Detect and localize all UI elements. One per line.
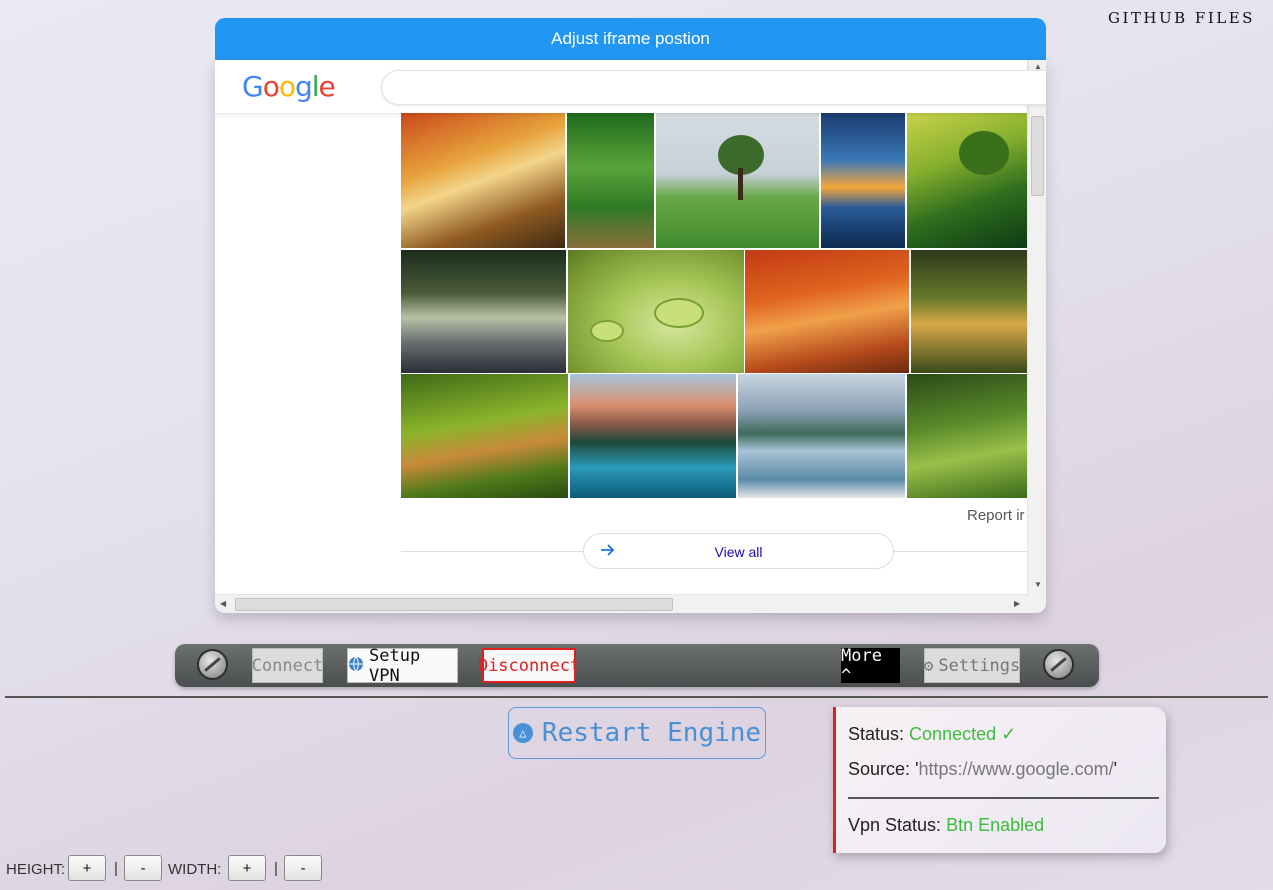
vertical-scrollbar[interactable]: ▲ ▼	[1027, 60, 1046, 594]
source-value: https://www.google.com/	[918, 759, 1114, 779]
source-row: Source: 'https://www.google.com/'	[848, 759, 1118, 779]
iframe-viewport[interactable]: Google Report ir View all ▲ ▼ ◀ ▶	[215, 60, 1046, 613]
restart-engine-label: Restart Engine	[541, 718, 762, 748]
separator: |	[114, 860, 118, 877]
setup-vpn-label: Setup VPN	[369, 645, 421, 686]
google-search-input[interactable]	[381, 70, 1046, 105]
divider	[5, 696, 1268, 698]
image-thumbnail[interactable]	[907, 113, 1027, 248]
image-thumbnail[interactable]	[401, 113, 565, 248]
vpn-status-label: Vpn Status:	[848, 815, 942, 835]
status-value: Connected	[909, 724, 997, 744]
settings-label: Settings	[938, 655, 1021, 676]
status-label: Status:	[848, 724, 905, 744]
vertical-scroll-thumb[interactable]	[1031, 116, 1044, 196]
image-thumbnail[interactable]	[570, 374, 736, 498]
image-thumbnail[interactable]	[568, 250, 744, 373]
status-panel: Status: Connected ✓ Source: 'https://www…	[833, 707, 1166, 853]
disconnect-button[interactable]: Disconnect	[478, 648, 580, 683]
status-row: Status: Connected ✓	[848, 724, 1016, 745]
width-plus-button[interactable]: +	[228, 855, 266, 881]
view-all-button[interactable]: View all	[583, 533, 894, 569]
adjust-iframe-button[interactable]: Adjust iframe postion	[215, 18, 1046, 60]
image-thumbnail[interactable]	[567, 113, 654, 248]
image-thumbnail[interactable]	[738, 374, 905, 498]
vpn-toolbar: Connect Setup VPN Disconnect More ^ ⚙ Se…	[175, 644, 1099, 687]
image-thumbnail[interactable]	[911, 250, 1027, 373]
image-thumbnail[interactable]	[656, 113, 819, 248]
restart-engine-button[interactable]: △ Restart Engine	[508, 707, 766, 759]
width-minus-button[interactable]: -	[284, 855, 322, 881]
vpn-status-row: Vpn Status: Btn Enabled	[848, 815, 1044, 836]
scrollbar-corner	[1027, 594, 1046, 613]
image-thumbnail[interactable]	[745, 250, 909, 373]
divider	[848, 797, 1159, 799]
globe-icon	[348, 656, 364, 676]
settings-button[interactable]: ⚙ Settings	[924, 648, 1020, 683]
left-knob-icon[interactable]	[197, 649, 228, 680]
image-thumbnail[interactable]	[907, 374, 1027, 498]
height-label: HEIGHT:	[6, 861, 66, 878]
height-plus-button[interactable]: +	[68, 855, 106, 881]
divider	[401, 551, 583, 552]
recycle-icon: △	[512, 723, 533, 743]
divider	[894, 551, 1027, 552]
source-label: Source:	[848, 759, 911, 779]
github-files-link[interactable]: GITHUB FILES	[1108, 9, 1255, 27]
more-button[interactable]: More ^	[841, 646, 900, 686]
separator: |	[274, 860, 278, 877]
right-knob-icon[interactable]	[1043, 649, 1074, 680]
image-thumbnail[interactable]	[401, 374, 568, 498]
horizontal-scrollbar[interactable]: ◀ ▶	[215, 594, 1027, 613]
scroll-down-icon[interactable]: ▼	[1034, 580, 1042, 589]
height-minus-button[interactable]: -	[124, 855, 162, 881]
width-label: WIDTH:	[168, 861, 222, 878]
image-thumbnail[interactable]	[821, 113, 905, 248]
scroll-left-icon[interactable]: ◀	[220, 599, 226, 608]
connect-button[interactable]: Connect	[252, 648, 323, 683]
horizontal-scroll-thumb[interactable]	[235, 598, 673, 611]
view-all-label: View all	[714, 544, 763, 560]
check-icon: ✓	[1001, 724, 1017, 744]
setup-vpn-button[interactable]: Setup VPN	[347, 645, 458, 686]
vpn-status-value: Btn Enabled	[946, 815, 1045, 835]
image-thumbnail[interactable]	[401, 250, 566, 373]
report-images-link[interactable]: Report ir	[967, 507, 1025, 524]
scroll-right-icon[interactable]: ▶	[1014, 599, 1020, 608]
gear-icon: ⚙	[923, 656, 934, 675]
google-header: Google	[215, 60, 1046, 113]
google-logo[interactable]: Google	[242, 70, 336, 103]
